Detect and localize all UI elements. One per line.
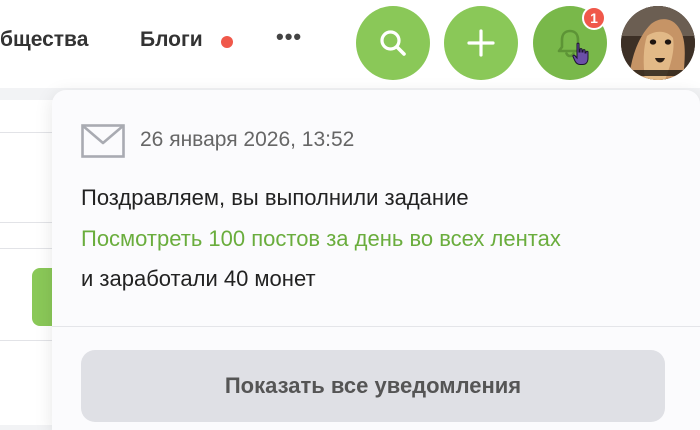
- nav-item-blogs[interactable]: Блоги: [140, 28, 203, 52]
- notification-date: 26 января 2026, 13:52: [140, 128, 355, 151]
- notification-reward-text: и заработали 40 монет: [81, 266, 316, 291]
- more-menu-button[interactable]: •••: [276, 24, 302, 50]
- blogs-unread-dot: [221, 36, 233, 48]
- avatar-image-icon: [621, 6, 695, 80]
- notification-count-badge: 1: [582, 6, 606, 30]
- search-icon: [380, 30, 406, 56]
- envelope-icon: [81, 124, 125, 158]
- background-divider: [0, 340, 60, 341]
- task-link[interactable]: Посмотреть 100 постов за день во всех ле…: [81, 226, 561, 252]
- top-navigation-bar: бщества Блоги ••• 1: [0, 0, 700, 88]
- background-divider: [0, 132, 60, 133]
- background-content-panel: [0, 100, 60, 425]
- nav-item-communities[interactable]: бщества: [0, 28, 88, 52]
- notifications-dropdown: 26 января 2026, 13:52 Поздравляем, вы вы…: [52, 90, 700, 430]
- background-divider: [0, 222, 60, 223]
- user-avatar[interactable]: [621, 6, 695, 80]
- background-divider: [0, 248, 60, 249]
- search-button[interactable]: [356, 6, 430, 80]
- plus-icon: [467, 29, 495, 57]
- create-post-button[interactable]: [444, 6, 518, 80]
- dropdown-divider: [52, 326, 700, 327]
- notification-text: Поздравляем, вы выполнили задание: [81, 185, 469, 210]
- hand-pointer-cursor-icon: [572, 42, 589, 65]
- show-all-notifications-button[interactable]: Показать все уведомления: [81, 350, 665, 422]
